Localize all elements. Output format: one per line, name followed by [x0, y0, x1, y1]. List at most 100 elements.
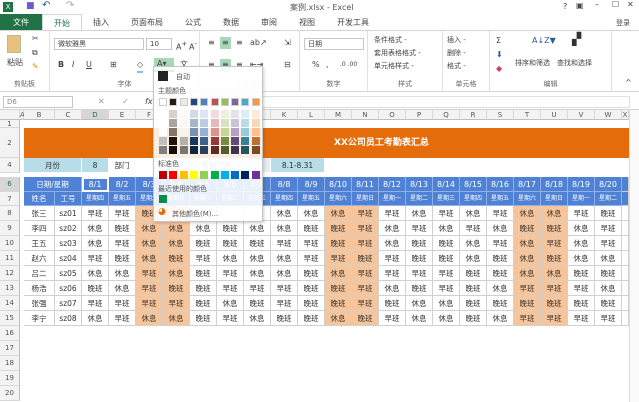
date-header-cell[interactable]: 8/13 [406, 177, 433, 192]
shift-cell[interactable]: 晚班 [541, 296, 568, 311]
employee-name[interactable]: 张三 [24, 206, 55, 221]
shift-cell[interactable]: 休息 [541, 266, 568, 281]
employee-id[interactable]: sz04 [55, 251, 82, 266]
standard-color-swatch[interactable] [241, 171, 250, 179]
theme-shade-swatch[interactable] [159, 119, 167, 127]
shift-cell[interactable]: 晚班 [190, 281, 217, 296]
tab-1[interactable]: 开始 [42, 14, 82, 31]
employee-name[interactable]: 张强 [24, 296, 55, 311]
row-header-14[interactable]: 14 [0, 296, 20, 311]
theme-shade-swatch[interactable] [189, 110, 198, 118]
theme-shade-swatch[interactable] [251, 137, 260, 145]
shift-cell[interactable]: 休息 [379, 236, 406, 251]
sort-filter-icon[interactable]: A↓Z▼ [532, 35, 556, 47]
more-colors-option[interactable]: 其他颜色(M)... [172, 209, 218, 219]
shift-cell[interactable]: 晚班 [109, 221, 136, 236]
dept-label[interactable]: 部门 [109, 158, 136, 173]
date-header-cell[interactable]: 8/14 [433, 177, 460, 192]
date-header-cell[interactable]: 8/19 [568, 177, 595, 192]
employee-name[interactable]: 杨浩 [24, 281, 55, 296]
row-header-16[interactable]: 16 [0, 326, 20, 341]
shift-cell[interactable]: 早班 [433, 281, 460, 296]
theme-shade-swatch[interactable] [200, 110, 209, 118]
theme-shade-swatch[interactable] [220, 119, 229, 127]
shift-cell[interactable]: 休息 [109, 266, 136, 281]
shift-cell[interactable]: 晚班 [271, 311, 298, 326]
date-header-cell-partial[interactable] [622, 177, 629, 192]
shift-cell[interactable]: 休息 [487, 221, 514, 236]
weekday-cell[interactable]: 星期四 [271, 192, 298, 206]
shift-cell[interactable]: 休息 [433, 221, 460, 236]
shift-cell[interactable]: 晚班 [514, 296, 541, 311]
shift-cell[interactable]: 早班 [244, 281, 271, 296]
theme-shade-swatch[interactable] [251, 119, 260, 127]
column-header-S[interactable]: S [487, 110, 514, 120]
weekday-cell[interactable]: 星期六 [325, 192, 352, 206]
row-header-12[interactable]: 12 [0, 266, 20, 281]
shift-cell[interactable]: 休息 [163, 266, 190, 281]
ribbon-display-icon[interactable]: ▣ [576, 1, 584, 10]
shift-cell[interactable]: 休息 [460, 206, 487, 221]
standard-color-swatch[interactable] [251, 171, 260, 179]
shift-cell[interactable]: 早班 [433, 266, 460, 281]
tab-0[interactable]: 文件 [0, 14, 42, 31]
column-header-P[interactable]: P [406, 110, 433, 120]
shift-cell[interactable]: 休息 [568, 236, 595, 251]
shift-cell[interactable]: 晚班 [190, 236, 217, 251]
redo-icon[interactable]: ↷ [66, 0, 74, 11]
shift-cell[interactable]: 晚班 [487, 251, 514, 266]
row-header-8[interactable]: 8 [0, 206, 20, 221]
shift-cell[interactable]: 早班 [379, 311, 406, 326]
grow-font-icon[interactable]: A+ [176, 38, 187, 54]
recent-color-swatch[interactable] [159, 195, 167, 203]
orientation-icon[interactable]: ab↗ [250, 37, 267, 49]
row-header-10[interactable]: 10 [0, 236, 20, 251]
theme-shade-swatch[interactable] [241, 128, 250, 136]
shift-cell[interactable]: 早班 [568, 311, 595, 326]
theme-shade-swatch[interactable] [220, 146, 229, 154]
shift-cell[interactable]: 早班 [163, 296, 190, 311]
shift-cell[interactable]: 早班 [271, 296, 298, 311]
shift-cell-partial[interactable] [622, 221, 629, 236]
shift-cell[interactable]: 早班 [109, 296, 136, 311]
shift-cell[interactable]: 早班 [325, 251, 352, 266]
tab-6[interactable]: 审阅 [250, 14, 288, 31]
theme-shade-swatch[interactable] [251, 128, 260, 136]
standard-color-swatch[interactable] [220, 171, 229, 179]
shift-cell[interactable]: 早班 [352, 236, 379, 251]
column-header-L[interactable]: L [298, 110, 325, 120]
shift-cell[interactable]: 早班 [514, 281, 541, 296]
shift-cell[interactable]: 晚班 [298, 281, 325, 296]
comma-button[interactable]: , [326, 59, 329, 71]
theme-shade-swatch[interactable] [231, 146, 240, 154]
weekday-cell[interactable]: 星期四 [460, 192, 487, 206]
undo-icon[interactable]: ↶ [42, 0, 50, 11]
theme-color-swatch[interactable] [231, 98, 240, 106]
number-format-select[interactable]: 日期 [304, 38, 364, 50]
shift-cell[interactable]: 晚班 [352, 251, 379, 266]
theme-shade-swatch[interactable] [169, 128, 178, 136]
theme-color-swatch[interactable] [220, 98, 229, 106]
column-header-C[interactable]: C [55, 110, 82, 120]
theme-shade-swatch[interactable] [200, 128, 209, 136]
shift-cell[interactable]: 晚班 [325, 236, 352, 251]
shift-cell[interactable]: 早班 [595, 311, 622, 326]
standard-color-swatch[interactable] [231, 171, 240, 179]
tab-2[interactable]: 插入 [82, 14, 120, 31]
shift-cell[interactable]: 早班 [109, 311, 136, 326]
column-header-V[interactable]: V [568, 110, 595, 120]
theme-shade-swatch[interactable] [231, 128, 240, 136]
shift-cell[interactable]: 早班 [541, 281, 568, 296]
theme-shade-swatch[interactable] [159, 137, 167, 145]
shift-cell[interactable]: 早班 [109, 236, 136, 251]
shift-cell[interactable]: 晚班 [460, 296, 487, 311]
shift-cell[interactable]: 休息 [82, 311, 109, 326]
theme-shade-swatch[interactable] [169, 146, 178, 154]
shift-cell[interactable]: 早班 [460, 221, 487, 236]
format-painter-icon[interactable]: ✎ [32, 61, 39, 73]
theme-shade-swatch[interactable] [241, 146, 250, 154]
shift-cell[interactable]: 休息 [82, 221, 109, 236]
date-header-cell[interactable]: 8/17 [514, 177, 541, 192]
shift-cell[interactable]: 早班 [190, 251, 217, 266]
standard-color-swatch[interactable] [210, 171, 219, 179]
